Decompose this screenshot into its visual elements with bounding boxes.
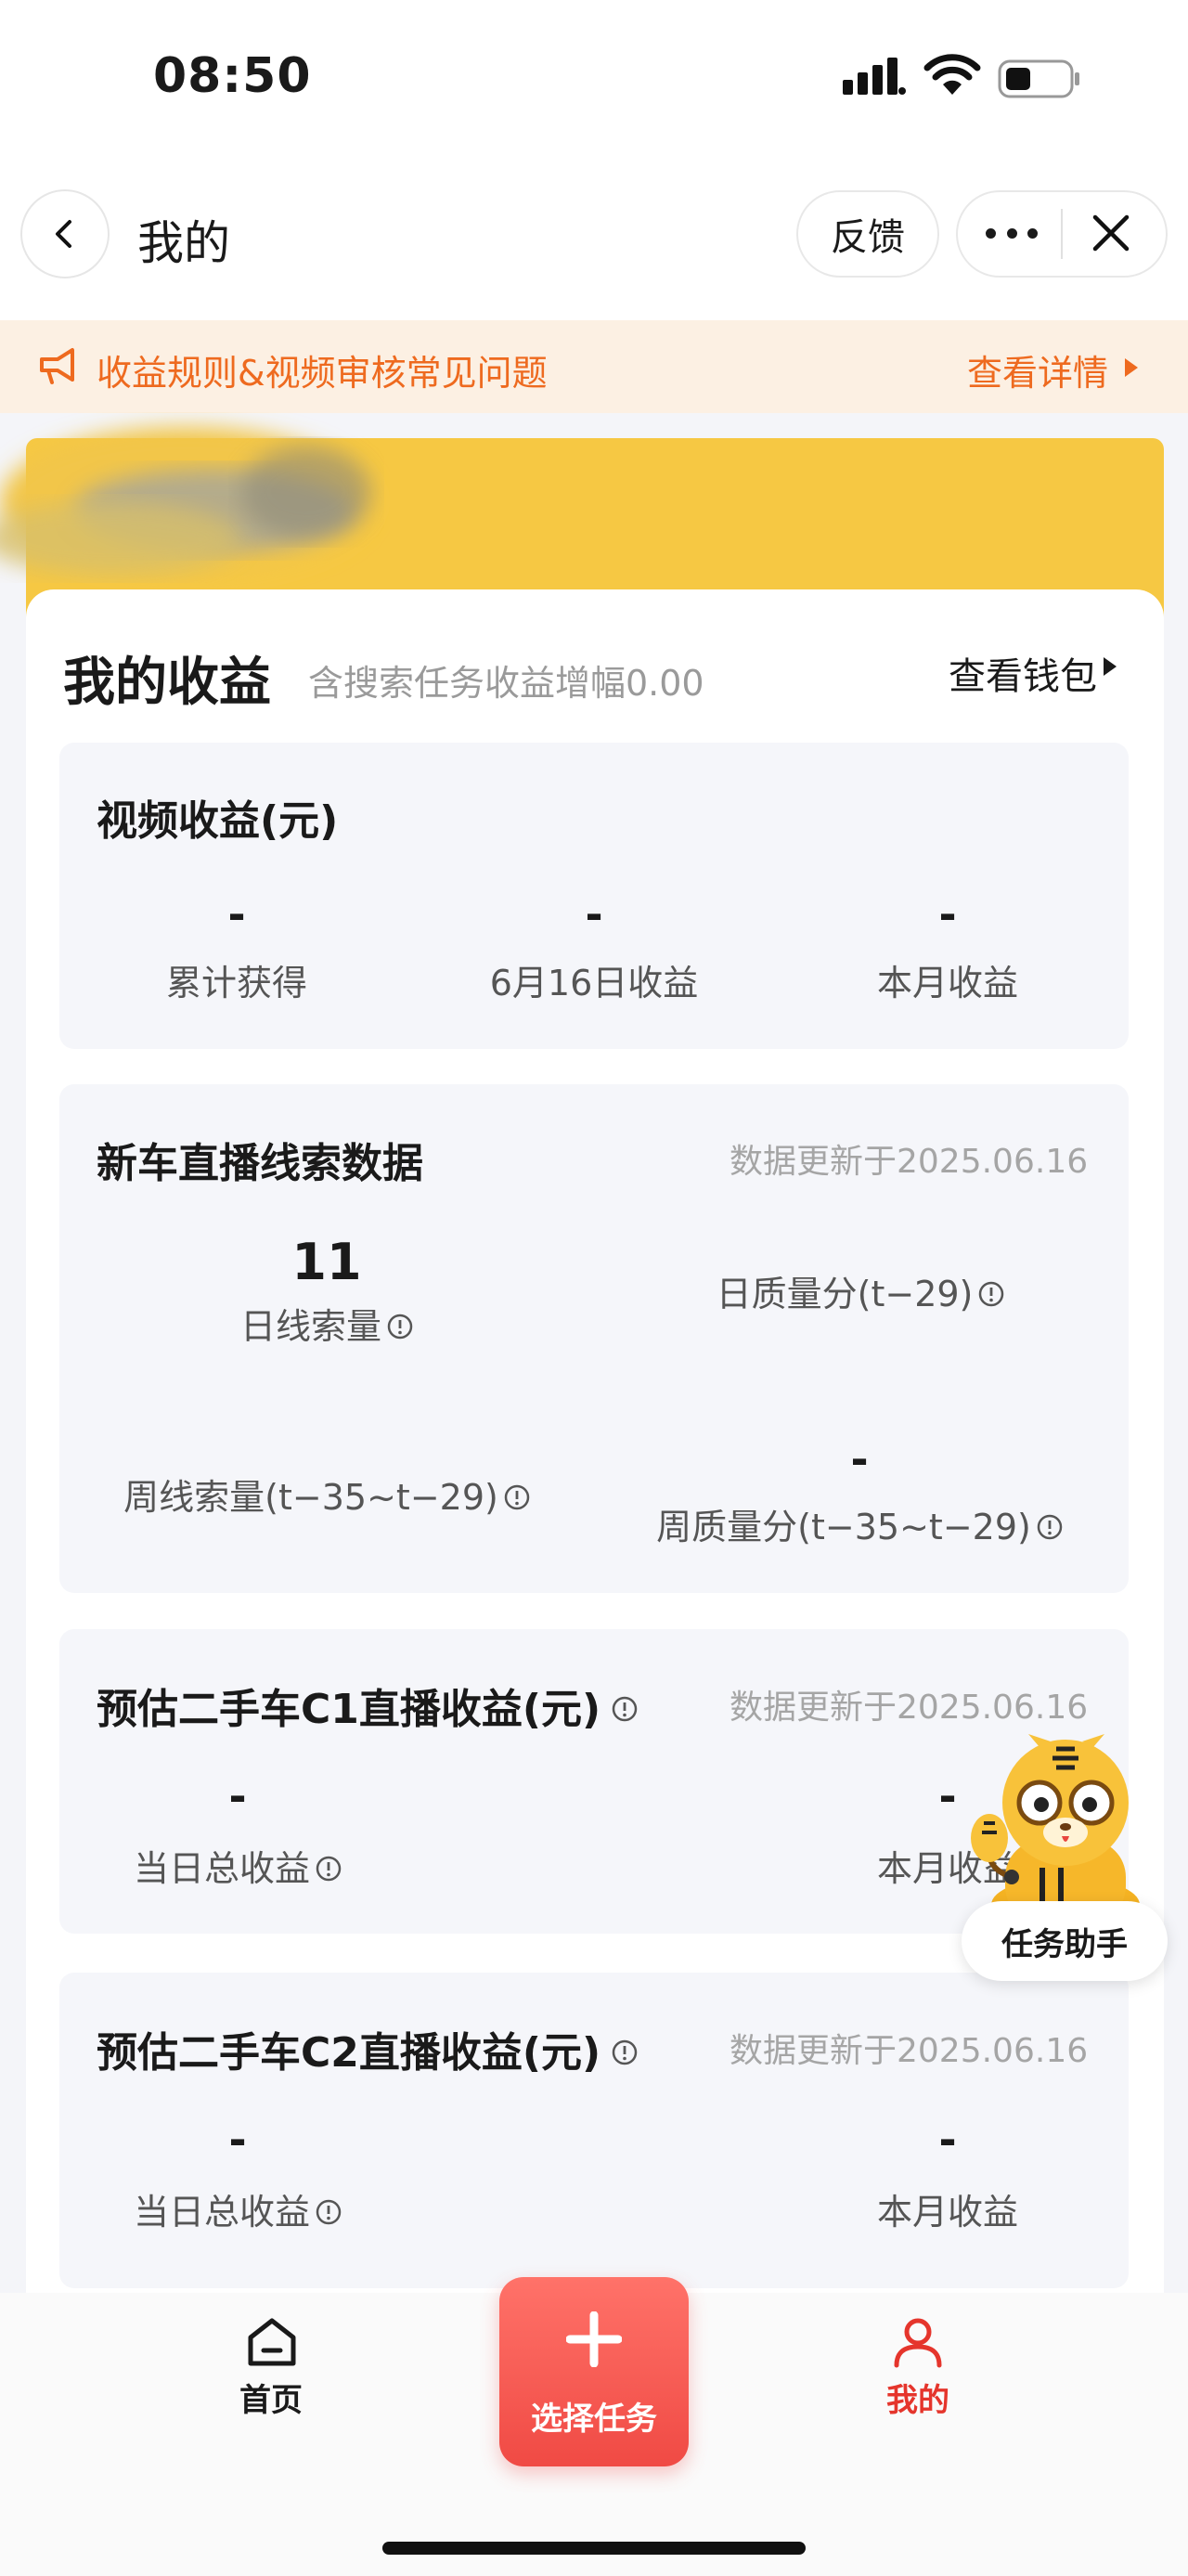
c1-day-label: 当日总收益 bbox=[133, 1848, 310, 1889]
video-month-label: 本月收益 bbox=[876, 963, 1018, 1003]
tab-mine[interactable]: 我的 bbox=[886, 2375, 949, 2420]
c1-title-wrap: 预估二手车C1直播收益(元) bbox=[97, 1676, 638, 1735]
c2-month-label: 本月收益 bbox=[876, 2192, 1018, 2233]
new-car-updated: 数据更新于2025.06.16 bbox=[730, 1143, 1089, 1181]
video-total-value: - bbox=[227, 889, 246, 939]
select-task-label: 选择任务 bbox=[531, 2401, 657, 2438]
chevron-left-icon bbox=[56, 220, 71, 248]
wifi-icon bbox=[923, 54, 981, 95]
plus-icon bbox=[566, 2311, 622, 2367]
c2-updated: 数据更新于2025.06.16 bbox=[730, 2032, 1089, 2070]
info-icon[interactable] bbox=[978, 1281, 1004, 1307]
c2-title-wrap: 预估二手车C2直播收益(元) bbox=[97, 2019, 638, 2078]
feedback-button[interactable]: 反馈 bbox=[796, 190, 939, 278]
video-earnings-title: 视频收益(元) bbox=[97, 797, 339, 845]
c1-day-value: - bbox=[228, 1771, 247, 1821]
weekly-quality-label: 周质量分(t−35~t−29) bbox=[656, 1507, 1031, 1547]
daily-quality-label: 日质量分(t−29) bbox=[716, 1274, 974, 1314]
video-total-label: 累计获得 bbox=[165, 963, 307, 1003]
info-icon[interactable] bbox=[504, 1484, 530, 1510]
capsule-divider bbox=[1061, 209, 1063, 259]
notice-text: 收益规则&视频审核常见问题 bbox=[97, 353, 548, 394]
notice-details-link[interactable]: 查看详情 bbox=[967, 344, 1108, 395]
daily-quality-label-wrap[interactable]: 日质量分(t−29) bbox=[675, 1265, 1046, 1316]
user-icon[interactable] bbox=[891, 2315, 945, 2369]
tiger-mascot-icon[interactable] bbox=[954, 1728, 1168, 1923]
more-icon[interactable] bbox=[986, 219, 1038, 247]
task-assistant-button[interactable]: 任务助手 bbox=[962, 1901, 1168, 1981]
c2-title: 预估二手车C2直播收益(元) bbox=[97, 2029, 601, 2077]
home-icon[interactable] bbox=[245, 2315, 299, 2369]
info-icon[interactable] bbox=[316, 2199, 342, 2225]
new-car-leads-title: 新车直播线索数据 bbox=[97, 1140, 423, 1187]
c2-day-label-wrap[interactable]: 当日总收益 bbox=[98, 2183, 377, 2234]
cellular-signal-icon bbox=[843, 58, 906, 95]
video-month-value: - bbox=[938, 889, 957, 939]
weekly-quality-value: - bbox=[850, 1434, 869, 1484]
page-title: 我的 bbox=[137, 216, 230, 270]
info-icon[interactable] bbox=[387, 1314, 413, 1340]
caret-right-icon bbox=[1125, 358, 1138, 377]
daily-leads-label-wrap[interactable]: 日线索量 bbox=[187, 1298, 466, 1349]
video-day-value: - bbox=[585, 889, 603, 939]
status-time: 08:50 bbox=[153, 48, 312, 104]
weekly-quality-label-wrap[interactable]: 周质量分(t−35~t−29) bbox=[627, 1498, 1091, 1549]
c2-day-value: - bbox=[228, 2115, 247, 2165]
c1-updated: 数据更新于2025.06.16 bbox=[730, 1689, 1089, 1727]
daily-leads-value: 11 bbox=[291, 1233, 362, 1291]
view-wallet-link[interactable]: 查看钱包 bbox=[949, 646, 1097, 700]
close-icon[interactable] bbox=[1088, 210, 1134, 256]
weekly-leads-label-wrap[interactable]: 周线索量(t−35~t−29) bbox=[95, 1469, 559, 1520]
c1-day-label-wrap[interactable]: 当日总收益 bbox=[98, 1840, 377, 1891]
earnings-title: 我的收益 bbox=[63, 653, 271, 713]
battery-icon bbox=[998, 59, 1079, 98]
c2-day-label: 当日总收益 bbox=[133, 2192, 310, 2233]
weekly-leads-label: 周线索量(t−35~t−29) bbox=[123, 1477, 498, 1518]
megaphone-icon bbox=[40, 348, 74, 384]
daily-leads-label: 日线索量 bbox=[239, 1306, 381, 1347]
info-icon[interactable] bbox=[612, 2039, 638, 2065]
video-day-label: 6月16日收益 bbox=[489, 963, 699, 1003]
back-button[interactable] bbox=[20, 189, 110, 278]
earnings-subtitle: 含搜索任务收益增幅0.00 bbox=[308, 663, 704, 704]
home-indicator bbox=[382, 2542, 806, 2555]
c1-title: 预估二手车C1直播收益(元) bbox=[97, 1686, 601, 1733]
c2-month-value: - bbox=[938, 2115, 957, 2165]
caret-right-icon bbox=[1104, 657, 1117, 676]
info-icon[interactable] bbox=[612, 1696, 638, 1722]
tab-home[interactable]: 首页 bbox=[239, 2375, 303, 2420]
info-icon[interactable] bbox=[1037, 1514, 1063, 1540]
info-icon[interactable] bbox=[316, 1856, 342, 1882]
